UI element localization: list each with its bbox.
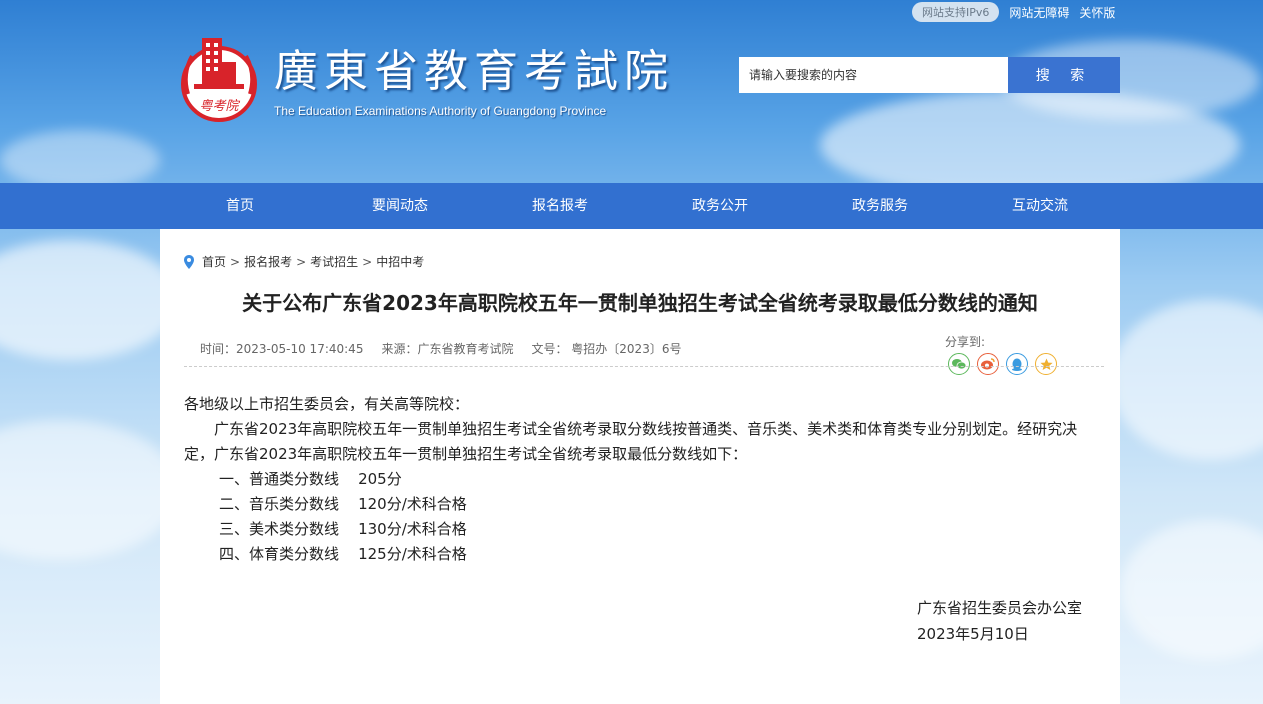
logo-title-en: The Education Examinations Authority of …: [274, 104, 607, 118]
signature-date: 2023年5月10日: [917, 625, 1029, 643]
breadcrumb-separator: >: [296, 254, 307, 269]
breadcrumb-exam-admission[interactable]: 考试招生: [310, 253, 358, 270]
article-meta: 时间：2023-05-10 17:40:45 来源：广东省教育考试院 文号： 粤…: [200, 340, 681, 357]
meta-divider: [184, 366, 1104, 367]
share-label: 分享到:: [945, 335, 986, 349]
document-number: 文号： 粤招办〔2023〕6号: [531, 342, 682, 356]
breadcrumb-separator: >: [230, 254, 241, 269]
search-button[interactable]: 搜 索: [1008, 57, 1120, 93]
site-logo[interactable]: 粤考院 廣東省教育考試院 The Education Examinations …: [178, 34, 674, 126]
nav-item-news[interactable]: 要闻动态: [320, 183, 480, 229]
emblem-text: 粤考院: [199, 98, 240, 114]
nav-item-services[interactable]: 政务服务: [800, 183, 960, 229]
article-container: 首页 > 报名报考 > 考试招生 > 中招中考 关于公布广东省2023年高职院校…: [160, 229, 1120, 704]
list-item: 四、体育类分数线 125分/术科合格: [219, 545, 467, 563]
main-nav: 首页 要闻动态 报名报考 政务公开 政务服务 互动交流: [0, 183, 1263, 229]
nav-item-public-affairs[interactable]: 政务公开: [640, 183, 800, 229]
article-paragraph: 广东省2023年高职院校五年一贯制单独招生考试全省统考录取分数线按普通类、音乐类…: [184, 420, 1078, 463]
list-item: 三、美术类分数线 130分/术科合格: [219, 520, 467, 538]
weibo-share-icon[interactable]: [977, 353, 999, 375]
article-body: 各地级以上市招生委员会，有关高等院校： 广东省2023年高职院校五年一贯制单独招…: [184, 392, 1104, 567]
salutation: 各地级以上市招生委员会，有关高等院校：: [184, 395, 470, 413]
breadcrumb: 首页 > 报名报考 > 考试招生 > 中招中考: [184, 253, 424, 270]
publish-time: 时间：2023-05-10 17:40:45: [200, 342, 364, 356]
nav-item-home[interactable]: 首页: [160, 183, 320, 229]
top-links: 网站支持IPv6 网站无障碍 关怀版: [912, 2, 1115, 22]
nav-item-registration[interactable]: 报名报考: [480, 183, 640, 229]
emblem-icon: 粤考院: [178, 34, 260, 126]
search-input[interactable]: [739, 57, 1008, 93]
signature-block: 广东省招生委员会办公室 2023年5月10日: [917, 595, 1082, 647]
ipv6-badge: 网站支持IPv6: [912, 2, 1000, 22]
article-title: 关于公布广东省2023年高职院校五年一贯制单独招生考试全省统考录取最低分数线的通…: [242, 291, 1038, 315]
signature-org: 广东省招生委员会办公室: [917, 599, 1083, 617]
breadcrumb-separator: >: [362, 254, 373, 269]
wechat-share-icon[interactable]: [948, 353, 970, 375]
breadcrumb-middle-school-exam[interactable]: 中招中考: [376, 253, 424, 270]
article-source: 来源：广东省教育考试院: [381, 342, 514, 356]
breadcrumb-home[interactable]: 首页: [202, 253, 226, 270]
care-mode-link[interactable]: 关怀版: [1079, 4, 1115, 21]
qzone-share-icon[interactable]: [1035, 353, 1057, 375]
breadcrumb-registration[interactable]: 报名报考: [244, 253, 292, 270]
accessible-link[interactable]: 网站无障碍: [1009, 4, 1069, 21]
nav-item-interaction[interactable]: 互动交流: [960, 183, 1120, 229]
qq-share-icon[interactable]: [1006, 353, 1028, 375]
list-item: 一、普通类分数线 205分: [219, 470, 402, 488]
search-bar: 搜 索: [739, 57, 1120, 93]
location-pin-icon: [184, 254, 194, 269]
list-item: 二、音乐类分数线 120分/术科合格: [219, 495, 467, 513]
share-bar: 分享到:: [945, 333, 1057, 375]
logo-title-cn: 廣東省教育考試院: [274, 46, 674, 97]
